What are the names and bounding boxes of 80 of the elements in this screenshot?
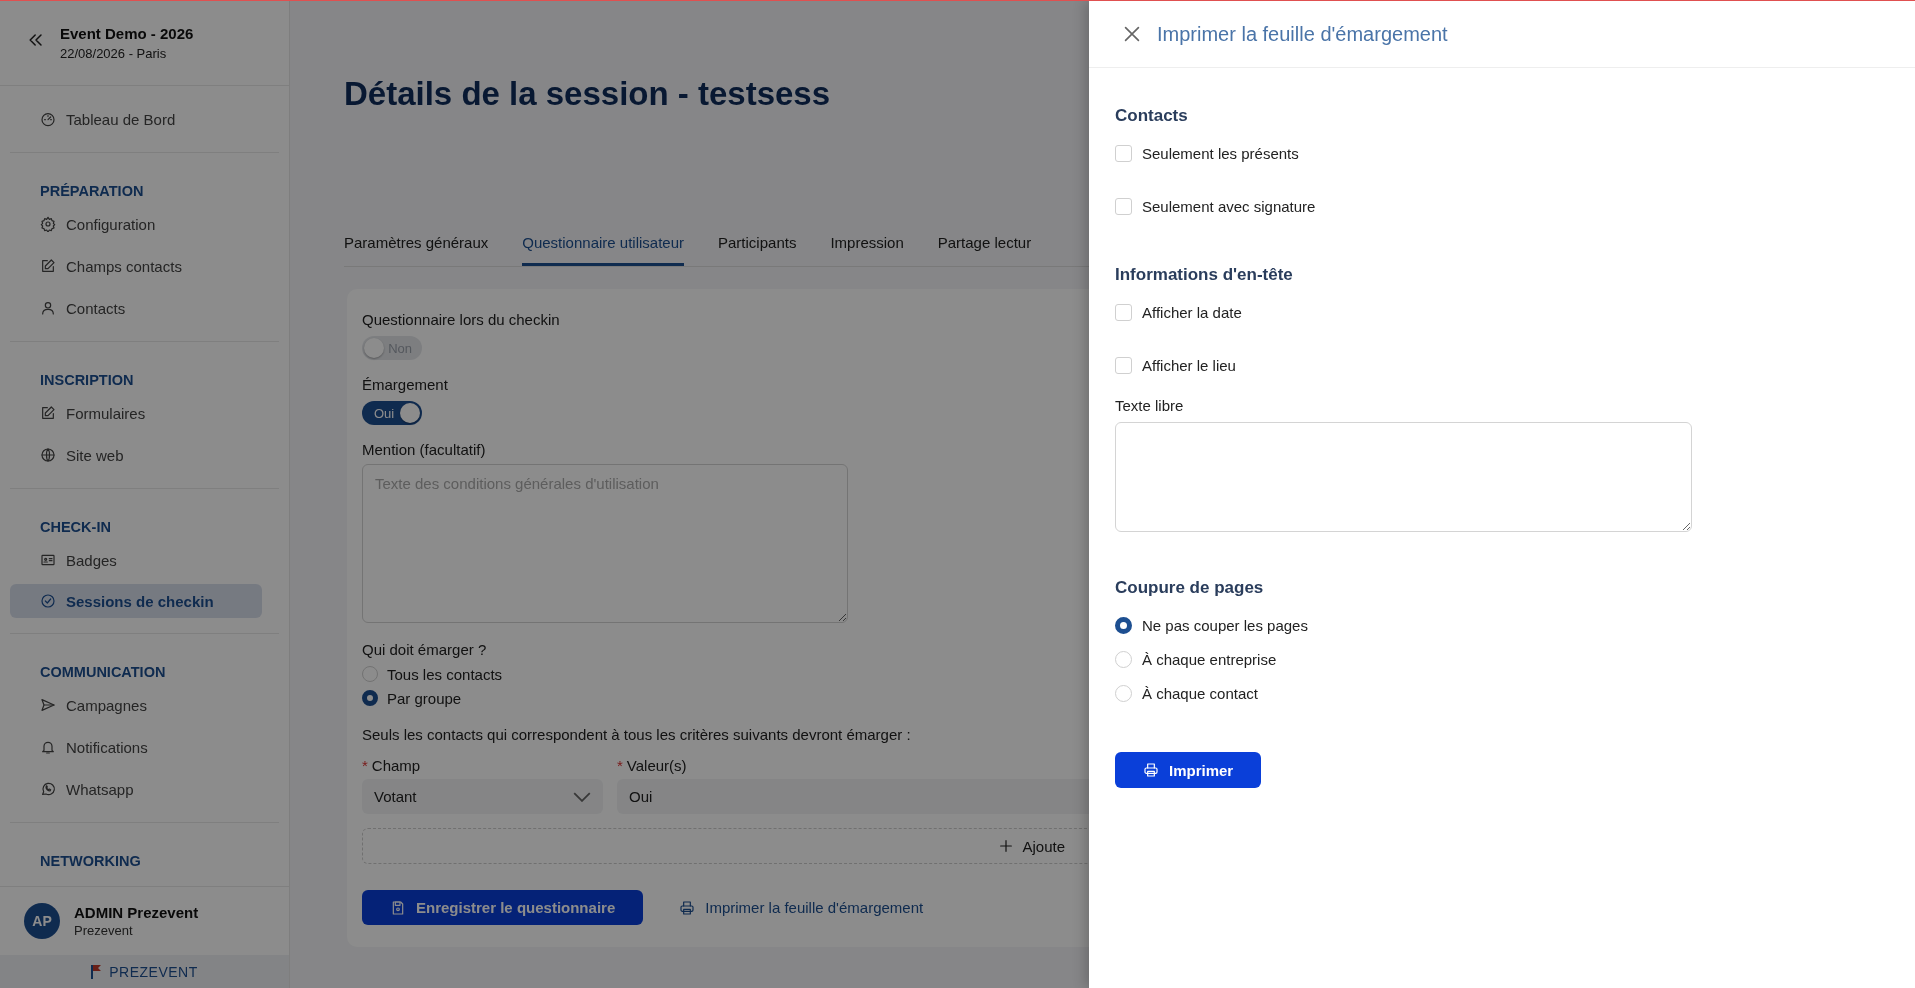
chevron-down-icon [573, 791, 591, 802]
sidebar-item[interactable]: Notifications [10, 726, 279, 768]
printer-icon [679, 899, 696, 916]
modal-backdrop[interactable] [0, 1, 1089, 988]
sidebar-item[interactable]: Tableau de Bord [10, 98, 279, 140]
radio-label: Par groupe [387, 689, 462, 707]
radio-label: À chaque contact [1142, 684, 1258, 702]
drawer-title: Imprimer la feuille d'émargement [1157, 22, 1448, 46]
sidebar-item[interactable]: Contacts [10, 287, 279, 329]
radio-label: Tous les contacts [387, 665, 503, 683]
radio-button[interactable] [1115, 616, 1132, 634]
value-field[interactable]: Oui [617, 779, 1089, 814]
send-icon [40, 697, 56, 713]
radio-label: Ne pas couper les pages [1142, 616, 1308, 634]
field-label: Qui doit émarger ? [362, 641, 488, 658]
tab[interactable]: Paramètres généraux [344, 231, 489, 266]
globe-icon [40, 447, 56, 463]
sidebar-item[interactable]: Champs contacts [10, 245, 279, 287]
checkbox-label: Afficher le lieu [1142, 356, 1236, 374]
toggle-switch[interactable]: Oui [362, 401, 422, 425]
select-field[interactable]: Votant [362, 779, 603, 814]
section-heading: Contacts [1115, 106, 1189, 126]
radio-label: À chaque entreprise [1142, 650, 1277, 668]
radio-button[interactable] [362, 690, 378, 706]
section-heading: Coupure de pages [1115, 578, 1265, 598]
avatar[interactable]: AP [24, 903, 60, 939]
printer-icon [1143, 762, 1159, 778]
checkbox-label: Seulement les présents [1142, 144, 1299, 162]
brand-name: PREZEVENT [109, 963, 198, 980]
field-label: Émargement [362, 376, 449, 393]
chat-icon [40, 781, 56, 797]
tab[interactable]: Questionnaire utilisateur [522, 231, 684, 266]
save-icon [390, 899, 406, 916]
criteria-note: Seuls les contacts qui correspondent à tous les critères suivants devront émarger : [362, 726, 912, 743]
tab[interactable]: Participants [718, 231, 797, 266]
free-text-field[interactable] [1115, 422, 1692, 532]
sidebar-item[interactable]: Badges [10, 539, 279, 581]
logo-icon [91, 963, 104, 980]
sidebar-item[interactable]: Configuration [10, 203, 279, 245]
section-heading: Informations d'en-tête [1115, 265, 1294, 285]
settings-icon [40, 216, 56, 232]
field-label: Mention (facultatif) [362, 441, 487, 458]
save-button[interactable]: Enregistrer le questionnaire [362, 890, 644, 925]
sidebar-item[interactable]: Sessions de checkin [10, 584, 262, 618]
sidebar-item[interactable]: Formulaires [10, 392, 279, 434]
section-heading: PRÉPARATION [39, 182, 145, 201]
field-label: * Champ [362, 757, 422, 774]
id-card-icon [40, 552, 56, 568]
bell-icon [40, 739, 56, 755]
event-date: 22/08/2026 - Paris [60, 46, 168, 61]
checkbox[interactable] [1115, 303, 1132, 321]
print-button[interactable]: Imprimer [1115, 752, 1262, 788]
print-link[interactable]: Imprimer la feuille d'émargement [679, 899, 924, 916]
user-name: ADMIN Prezevent [74, 904, 199, 921]
edit-icon [40, 258, 56, 274]
field-label: Questionnaire lors du checkin [362, 311, 561, 328]
sidebar-item[interactable]: Campagnes [10, 684, 279, 726]
field-label: * Valeur(s) [617, 757, 688, 774]
section-heading: COMMUNICATION [39, 663, 167, 682]
checkbox[interactable] [1115, 356, 1132, 374]
tab[interactable]: Partage lectur [937, 231, 1032, 266]
section-heading: INSCRIPTION [39, 371, 135, 390]
checkbox[interactable] [1115, 197, 1132, 215]
tab[interactable]: Impression [830, 231, 904, 266]
check-circle-icon [40, 593, 56, 609]
field-label: Texte libre [1115, 397, 1185, 414]
plus-icon [998, 838, 1015, 854]
checkbox-label: Seulement avec signature [1142, 197, 1316, 215]
gauge-icon [40, 111, 56, 127]
page-title: Détails de la session - testsess [344, 75, 832, 113]
sidebar-item[interactable]: Whatsapp [10, 768, 279, 810]
event-title: Event Demo - 2026 [60, 25, 194, 42]
sidebar-item[interactable]: Site web [10, 434, 279, 476]
section-heading: NETWORKING [39, 852, 142, 871]
user-organization: Prezevent [74, 923, 134, 938]
section-heading: CHECK-IN [39, 518, 112, 537]
edit-icon [40, 405, 56, 421]
user-icon [40, 300, 56, 316]
checkbox[interactable] [1115, 144, 1132, 162]
checkbox-label: Afficher la date [1142, 303, 1242, 321]
